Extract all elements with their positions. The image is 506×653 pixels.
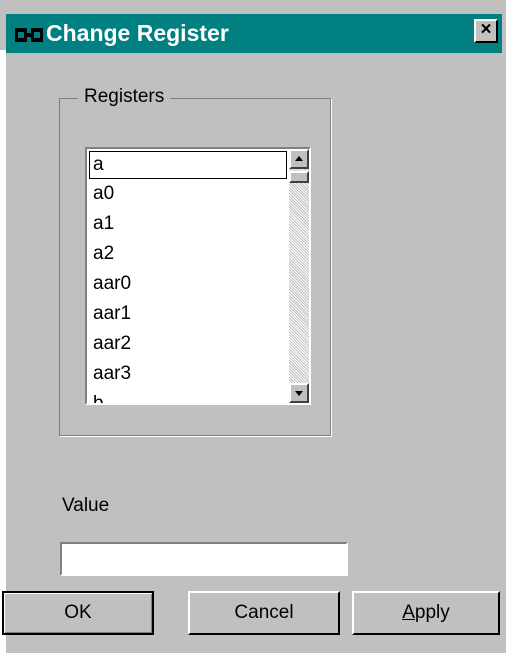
scroll-thumb[interactable] [289,171,309,183]
window-title: Change Register [46,20,229,46]
title-bar[interactable]: Change Register × [6,14,502,53]
list-item[interactable]: b [87,389,289,403]
apply-button[interactable]: Apply [352,591,500,635]
list-item[interactable]: a2 [87,239,289,269]
apply-mnemonic: A [402,602,415,623]
registers-listbox[interactable]: a a0 a1 a2 aar0 aar1 aar2 aar3 b [85,147,311,405]
value-input[interactable] [60,542,348,576]
list-item[interactable]: a0 [87,179,289,209]
value-label: Value [62,495,110,516]
list-item[interactable]: aar3 [87,359,289,389]
cancel-button[interactable]: Cancel [188,591,340,635]
scroll-up-button[interactable] [289,149,309,169]
registers-group-label: Registers [78,86,171,108]
apply-label-rest: pply [414,602,450,623]
arrow-up-icon [295,156,303,161]
list-item[interactable]: aar2 [87,329,289,359]
list-item[interactable]: aar0 [87,269,289,299]
close-icon: × [480,19,492,40]
ok-button[interactable]: OK [2,591,154,635]
window-edge [0,50,6,653]
list-item[interactable]: a [89,151,287,179]
register-app-icon [15,28,43,42]
arrow-down-icon [295,391,303,396]
list-item[interactable]: aar1 [87,299,289,329]
list-item[interactable]: a1 [87,209,289,239]
scroll-down-button[interactable] [289,383,309,403]
close-button[interactable]: × [474,19,498,43]
change-register-dialog: Change Register × Registers a a0 a1 a2 a… [0,0,506,653]
registers-list: a a0 a1 a2 aar0 aar1 aar2 aar3 b [87,149,289,403]
registers-groupbox: Registers a a0 a1 a2 aar0 aar1 aar2 aar3… [59,86,331,436]
vertical-scrollbar[interactable] [289,149,309,403]
